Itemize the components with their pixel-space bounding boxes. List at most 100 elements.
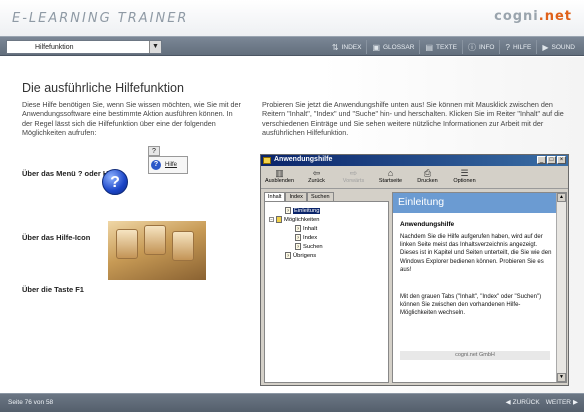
tree-item-uebrigens[interactable]: ? Übrigens [285,252,316,259]
back-icon: ⇦ [312,168,321,178]
forward-label: Vorwärts [342,178,365,184]
main-toolbar: Hilfefunktion ▼ ⇅ INDEX ▣ GLOSSAR ▤ TEXT… [0,36,584,56]
options-button[interactable]: ☰ Optionen [446,166,483,188]
print-label: Drucken [417,178,438,184]
tree-item-label: Übrigens [293,252,317,259]
help-icon: ? [151,160,161,170]
topic-title: Einleitung [398,196,445,208]
intro-text-left: Diese Hilfe benötigen Sie, wenn Sie wiss… [22,100,241,138]
hide-label: Ausblenden [264,178,295,184]
texts-icon: ▤ [425,42,433,52]
chevron-right-icon: ▶ [573,399,578,406]
window-controls: _ □ × [537,156,566,164]
menu-illustration: ? ? Hilfe [148,146,188,182]
tab-suchen[interactable]: Suchen [306,192,334,201]
options-label: Optionen [453,178,476,184]
help-book-icon [263,157,271,164]
maximize-button[interactable]: □ [547,156,556,164]
tree-item-moeglichkeiten[interactable]: − Möglichkeiten [269,216,319,223]
page-icon: ? [285,252,291,259]
collapse-toggle[interactable]: − [269,217,274,222]
options-icon: ☰ [460,168,469,178]
nav-texts-button[interactable]: ▤ TEXTE [419,40,462,54]
topic-select[interactable]: Hilfefunktion ▼ [6,40,162,54]
contents-tree: ? Einleitung − Möglichkeiten ? Inhalt ? [264,201,389,383]
next-nav-button[interactable]: WEITER ▶ [545,398,578,407]
intro-text-right: Probieren Sie jetzt die Anwendungshilfe … [262,100,564,138]
hide-icon: ▥ [275,168,284,178]
minimize-button[interactable]: _ [537,156,546,164]
page-icon: ? [295,243,301,250]
tab-inhalt[interactable]: Inhalt [264,192,286,201]
info-icon: ⓘ [467,42,476,52]
forward-button[interactable]: ⇨ Vorwärts [335,166,372,188]
option-help-icon-label: Über das Hilfe-Icon [22,233,91,242]
help-tabs: Inhalt Index Suchen [264,192,389,201]
nav-info-label: INFO [478,43,495,51]
print-icon: ⎙ [423,168,432,178]
nav-index-button[interactable]: ⇅ INDEX [327,40,367,54]
tree-item-index[interactable]: ? Index [295,234,317,241]
menu-help-item: Hilfe [165,162,178,168]
page-title: Die ausführliche Hilfefunktion [22,81,184,95]
tree-item-suchen[interactable]: ? Suchen [295,243,323,250]
help-icon: ? [102,169,128,195]
next-nav-label: WEITER [545,398,571,406]
topic-paragraph-2: Mit den grauen Tabs ("Inhalt", "Index" o… [400,294,542,317]
home-button[interactable]: ⌂ Startseite [372,166,409,188]
nav-glossary-label: GLOSSAR [383,43,415,51]
back-nav-button[interactable]: ◀ ZURÜCK [505,398,540,407]
app-title: E-LEARNING TRAINER [12,11,189,26]
index-icon: ⇅ [331,42,339,52]
glossary-icon: ▣ [372,42,380,52]
back-button[interactable]: ⇦ Zurück [298,166,335,188]
help-window[interactable]: Anwendungshilfe _ □ × ▥ Ausblenden ⇦ Zur… [260,154,569,386]
back-nav-label: ZURÜCK [512,398,540,406]
nav-help-button[interactable]: ? HILFE [499,40,536,54]
tree-item-label: Suchen [303,243,323,250]
help-topic-pane: Einleitung Anwendungshilfe Nachdem Sie d… [392,192,567,383]
chevron-left-icon: ◀ [505,399,511,406]
page-icon: ? [295,225,301,232]
topic-select-value: Hilfefunktion [35,43,74,51]
page-icon: ? [285,207,291,214]
back-label: Zurück [308,178,325,184]
print-button[interactable]: ⎙ Drucken [409,166,446,188]
home-label: Startseite [378,178,403,184]
app-window: E-LEARNING TRAINER cogni.net Hilfefunkti… [0,0,584,412]
tree-item-label: Inhalt [303,225,318,232]
nav-help-label: HILFE [512,43,532,51]
menu-question-mark: ? [148,146,160,156]
pager: ◀ ZURÜCK WEITER ▶ [505,398,578,407]
tab-index[interactable]: Index [285,192,307,201]
topic-footer: cogni.net GmbH [400,351,550,360]
tree-item-label: Einleitung [293,207,321,214]
footer-bar: Seite 76 von 58 ◀ ZURÜCK WEITER ▶ [0,393,584,412]
topic-scrollbar[interactable]: ▲ ▼ [556,193,566,382]
page-icon: ? [295,234,301,241]
brand-logo: cogni.net [494,9,572,24]
topic-subheading: Anwendungshilfe [400,221,455,228]
scroll-up-button[interactable]: ▲ [557,193,566,202]
forward-icon: ⇨ [349,168,358,178]
tree-item-inhalt[interactable]: ? Inhalt [295,225,317,232]
nav-sound-label: SOUND [551,43,575,51]
help-window-titlebar[interactable]: Anwendungshilfe _ □ × [261,155,568,166]
tree-item-label: Möglichkeiten [284,216,320,223]
scroll-down-button[interactable]: ▼ [557,373,566,382]
book-icon [276,216,282,223]
topic-header-band: Einleitung [393,193,556,213]
help-icon: ? [505,42,510,52]
help-window-title: Anwendungshilfe [274,156,333,163]
close-button[interactable]: × [557,156,566,164]
nav-glossary-button[interactable]: ▣ GLOSSAR [366,40,419,54]
nav-info-button[interactable]: ⓘ INFO [461,40,500,54]
topic-paragraph-1: Nachdem Sie die Hilfe aufgerufen haben, … [400,234,552,273]
chevron-down-icon[interactable]: ▼ [149,41,161,53]
nav-sound-button[interactable]: ▶ SOUND [536,40,580,54]
tree-item-einleitung[interactable]: ? Einleitung [285,207,321,214]
help-toolbar: ▥ Ausblenden ⇦ Zurück ⇨ Vorwärts ⌂ Start… [261,166,568,189]
nav-bar: ⇅ INDEX ▣ GLOSSAR ▤ TEXTE ⓘ INFO ? HILFE… [327,40,580,54]
f1-key-photo [108,221,206,280]
hide-button[interactable]: ▥ Ausblenden [261,166,298,188]
